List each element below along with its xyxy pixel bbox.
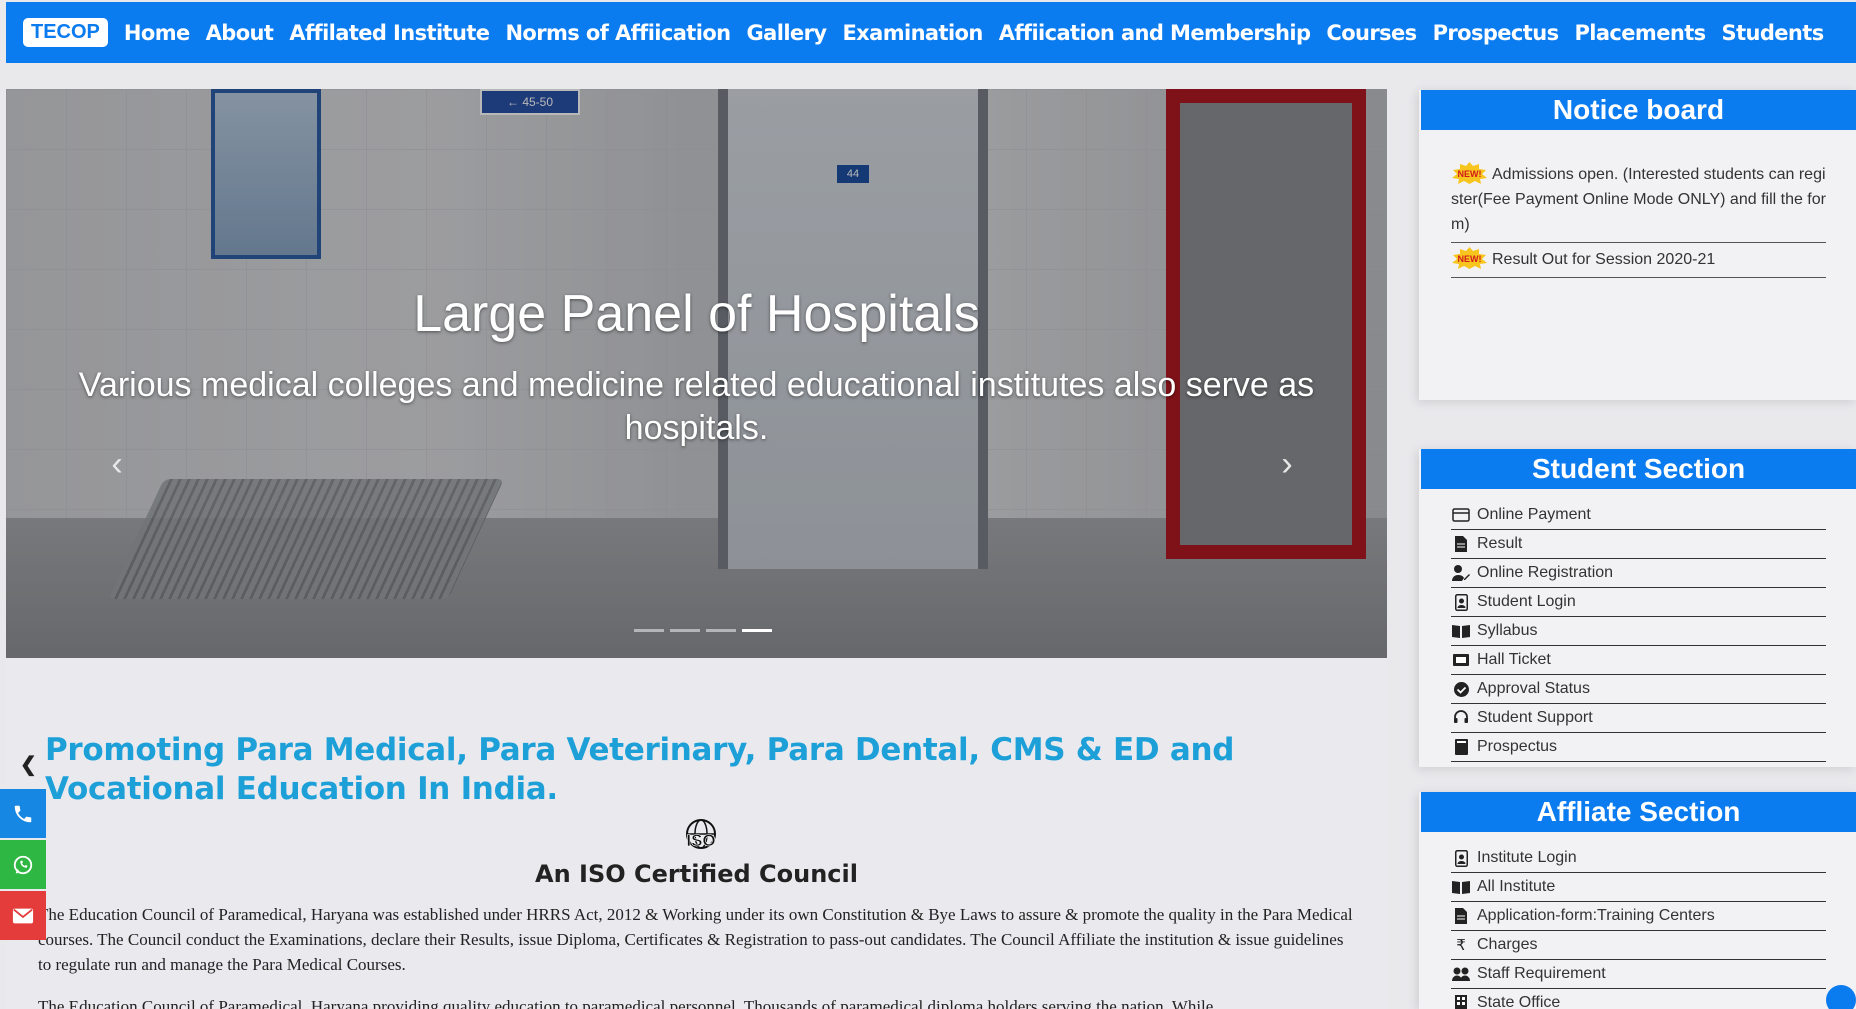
- carousel-indicator-4[interactable]: [742, 629, 772, 632]
- notice-text: Result Out for Session 2020-21: [1492, 251, 1716, 268]
- menu-label: Syllabus: [1477, 622, 1538, 639]
- nav-membership[interactable]: Affiication and Membership: [999, 21, 1311, 45]
- notice-item[interactable]: NEW! Admissions open. (Interested student…: [1451, 158, 1826, 243]
- nav-home[interactable]: Home: [124, 21, 190, 45]
- chevron-left-icon[interactable]: ❮: [20, 752, 37, 777]
- book-icon: [1451, 738, 1471, 756]
- menu-item-online-payment[interactable]: Online Payment: [1451, 501, 1826, 530]
- nav-examination[interactable]: Examination: [842, 21, 983, 45]
- menu-label: Hall Ticket: [1477, 651, 1551, 668]
- menu-label: Institute Login: [1477, 849, 1577, 866]
- rupee-icon: ₹: [1456, 937, 1466, 954]
- affiliate-menu: Institute Login All Institute Applicatio…: [1419, 832, 1856, 1009]
- carousel-indicator-1[interactable]: [634, 629, 664, 632]
- id-badge-icon: [1451, 849, 1471, 867]
- main-title: Promoting Para Medical, Para Veterinary,…: [45, 732, 1235, 807]
- menu-label: Online Payment: [1477, 506, 1591, 523]
- scroll-to-top-button[interactable]: [1826, 985, 1856, 1009]
- iso-logo-icon: ISO: [686, 819, 716, 850]
- intro-paragraph: The Education Council of Paramedical, Ha…: [38, 905, 1353, 974]
- notice-board-title: Notice board: [1421, 90, 1856, 130]
- menu-label: Online Registration: [1477, 564, 1614, 581]
- whatsapp-icon[interactable]: [0, 840, 46, 889]
- check-circle-icon: [1451, 680, 1471, 698]
- file-icon: [1451, 535, 1471, 553]
- phone-icon[interactable]: [0, 789, 46, 838]
- menu-label: Staff Requirement: [1477, 965, 1606, 982]
- menu-item-prospectus[interactable]: Prospectus: [1451, 733, 1826, 762]
- brand-logo[interactable]: TECOP: [23, 18, 108, 47]
- menu-item-hall-ticket[interactable]: Hall Ticket: [1451, 646, 1826, 675]
- affiliate-section-title: Affliate Section: [1421, 792, 1856, 832]
- new-badge-icon: NEW!: [1452, 247, 1487, 269]
- carousel-indicator-2[interactable]: [670, 629, 700, 632]
- slide-text: Various medical colleges and medicine re…: [78, 366, 1315, 447]
- nav-affiliated-institute[interactable]: Affilated Institute: [289, 21, 490, 45]
- building-icon: [1451, 994, 1471, 1009]
- menu-item-application-form[interactable]: Application-form:Training Centers: [1451, 902, 1826, 931]
- nav-courses[interactable]: Courses: [1326, 21, 1417, 45]
- menu-label: Prospectus: [1477, 738, 1558, 755]
- file-icon: [1451, 907, 1471, 925]
- menu-item-institute-login[interactable]: Institute Login: [1451, 844, 1826, 873]
- nav-norms[interactable]: Norms of Affiication: [505, 21, 731, 45]
- users-icon: [1451, 965, 1471, 983]
- nav-students[interactable]: Students: [1722, 21, 1825, 45]
- menu-item-student-support[interactable]: Student Support: [1451, 704, 1826, 733]
- menu-label: Approval Status: [1477, 680, 1590, 697]
- slide-title: Large Panel of Hospitals: [413, 285, 980, 343]
- menu-label: Result: [1477, 535, 1523, 552]
- menu-item-student-login[interactable]: Student Login: [1451, 588, 1826, 617]
- book-open-icon: [1451, 622, 1471, 640]
- menu-label: Student Login: [1477, 593, 1576, 610]
- carousel-indicators: [634, 629, 772, 632]
- nav-gallery[interactable]: Gallery: [747, 21, 828, 45]
- student-menu: Online Payment Result Online Registratio…: [1419, 489, 1856, 762]
- notice-item[interactable]: NEW! Result Out for Session 2020-21: [1451, 243, 1826, 278]
- nav-about[interactable]: About: [206, 21, 274, 45]
- new-badge-text: NEW!: [1458, 169, 1482, 179]
- menu-item-online-registration[interactable]: Online Registration: [1451, 559, 1826, 588]
- new-badge-icon: NEW!: [1452, 162, 1487, 184]
- second-paragraph: The Education Council of Paramedical, Ha…: [38, 997, 1214, 1009]
- nav-prospectus[interactable]: Prospectus: [1433, 21, 1559, 45]
- carousel-next-chevron-icon[interactable]: ›: [1272, 444, 1302, 484]
- carousel-prev-chevron-icon[interactable]: ‹: [102, 444, 132, 484]
- top-navbar: TECOP Home About Affilated Institute Nor…: [6, 2, 1856, 63]
- new-badge-text: NEW!: [1458, 254, 1482, 264]
- menu-item-result[interactable]: Result: [1451, 530, 1826, 559]
- slide-caption: Large Panel of Hospitals Various medical…: [6, 284, 1387, 450]
- menu-item-charges[interactable]: ₹ Charges: [1451, 931, 1826, 960]
- book-open-icon: [1451, 878, 1471, 896]
- notice-list: NEW! Admissions open. (Interested student…: [1419, 130, 1856, 278]
- user-edit-icon: [1451, 564, 1471, 582]
- nav-placements[interactable]: Placements: [1574, 21, 1706, 45]
- ticket-icon: [1451, 651, 1471, 669]
- headset-icon: [1451, 709, 1471, 727]
- menu-item-state-office[interactable]: State Office: [1451, 989, 1826, 1009]
- carousel-indicator-3[interactable]: [706, 629, 736, 632]
- menu-label: All Institute: [1477, 878, 1556, 895]
- hero-carousel: ← 45-50 44 Large Panel of Hospitals Vari…: [6, 89, 1387, 658]
- affiliate-section-panel: Affliate Section Institute Login All Ins…: [1419, 792, 1856, 1009]
- id-badge-icon: [1451, 593, 1471, 611]
- notice-text: Admissions open. (Interested students ca…: [1451, 166, 1826, 233]
- menu-label: Student Support: [1477, 709, 1593, 726]
- main-content: ❮ Promoting Para Medical, Para Veterinar…: [6, 658, 1387, 1009]
- iso-logo-text: ISO: [686, 831, 715, 850]
- menu-label: Application-form:Training Centers: [1477, 907, 1715, 924]
- student-section-title: Student Section: [1421, 449, 1856, 489]
- menu-item-approval-status[interactable]: Approval Status: [1451, 675, 1826, 704]
- menu-item-all-institute[interactable]: All Institute: [1451, 873, 1826, 902]
- menu-item-staff-requirement[interactable]: Staff Requirement: [1451, 960, 1826, 989]
- menu-label: Charges: [1477, 936, 1538, 953]
- credit-card-icon: [1451, 506, 1471, 524]
- student-section-panel: Student Section Online Payment Result On…: [1419, 449, 1856, 767]
- menu-item-syllabus[interactable]: Syllabus: [1451, 617, 1826, 646]
- menu-label: State Office: [1477, 994, 1561, 1009]
- iso-subtitle: An ISO Certified Council: [535, 860, 858, 888]
- envelope-icon[interactable]: [0, 891, 46, 940]
- notice-board-panel: Notice board NEW! Admissions open. (Inter…: [1419, 90, 1856, 400]
